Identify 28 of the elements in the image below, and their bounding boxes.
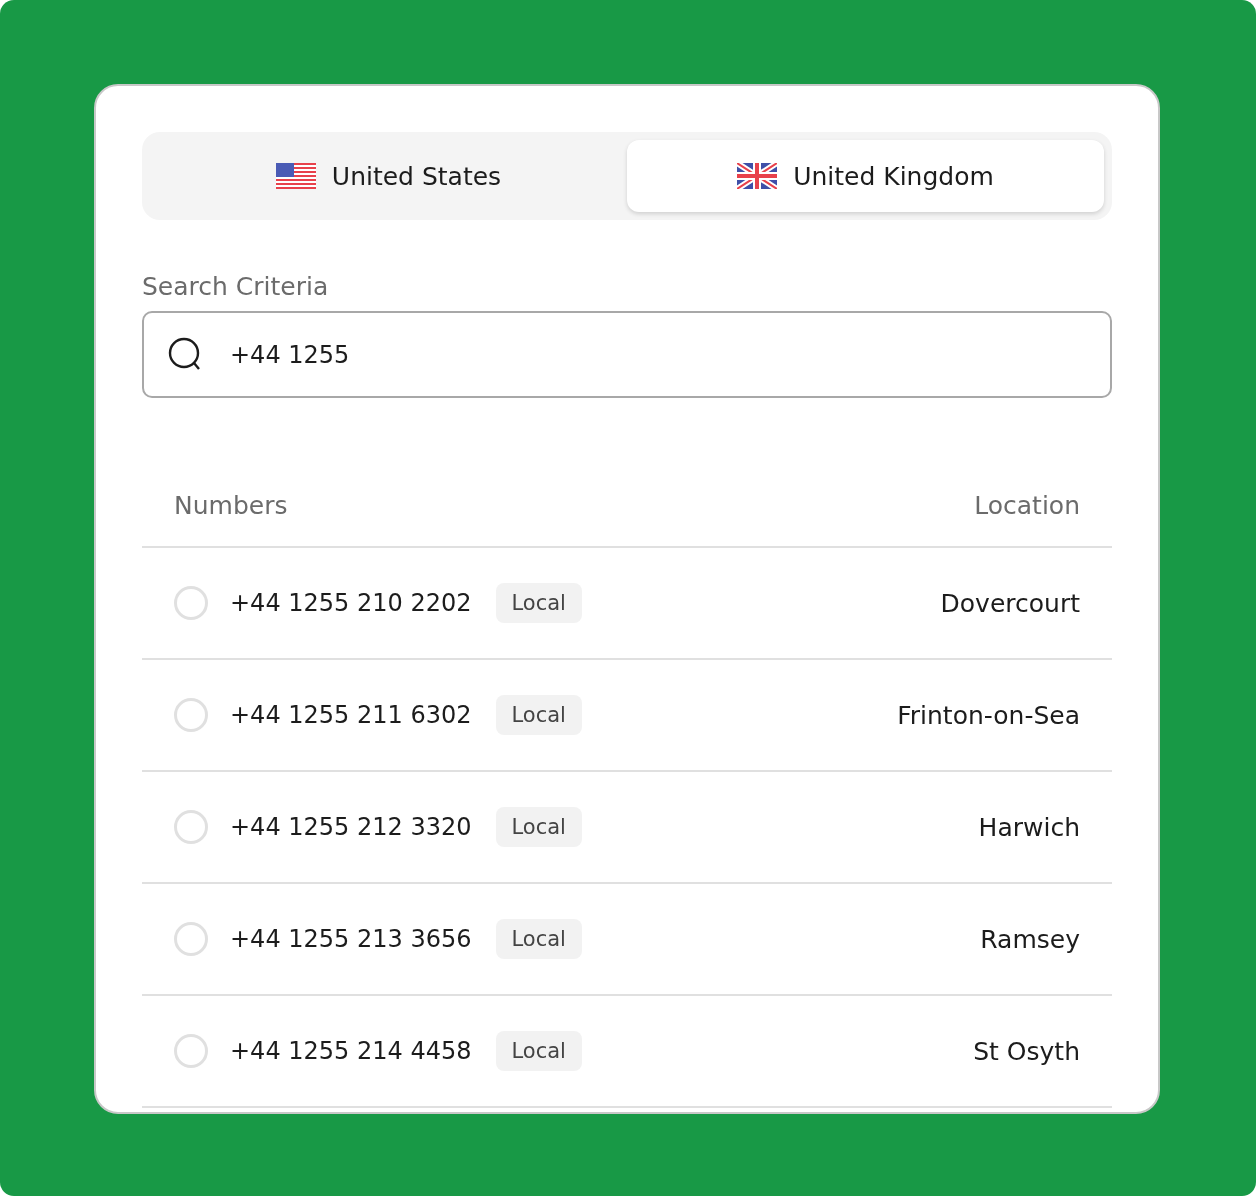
location-text: St Osyth — [973, 1036, 1080, 1066]
location-text: Ramsey — [980, 924, 1080, 954]
type-tag: Local — [495, 919, 582, 959]
country-tab[interactable]: United States — [150, 140, 627, 212]
flag-icon — [275, 163, 316, 189]
radio-button[interactable] — [174, 586, 208, 620]
column-header: Location — [974, 491, 1080, 520]
phone-number: +44 1255 210 2202 — [230, 589, 472, 617]
type-tag: Local — [495, 583, 582, 623]
flag-icon — [737, 163, 778, 189]
search-label: Search Criteria — [142, 272, 330, 301]
location-text: Frinton-on-Sea — [897, 700, 1080, 730]
type-tag: Local — [495, 695, 582, 735]
search-field[interactable]: +44 1255 — [142, 311, 1112, 398]
phone-number: +44 1255 213 3656 — [230, 925, 472, 953]
phone-number: +44 1255 212 3320 — [230, 813, 472, 841]
phone-number: +44 1255 214 4458 — [230, 1037, 472, 1065]
location-text: Harwich — [978, 812, 1080, 842]
radio-button[interactable] — [174, 698, 208, 732]
radio-button[interactable] — [174, 810, 208, 844]
column-header: Numbers — [174, 491, 288, 520]
radio-button[interactable] — [174, 922, 208, 956]
country-tab[interactable]: United Kingdom — [627, 140, 1104, 212]
location-text: Dovercourt — [940, 588, 1080, 618]
radio-button[interactable] — [174, 1034, 208, 1068]
phone-number: +44 1255 211 6302 — [230, 701, 472, 729]
type-tag: Local — [495, 807, 582, 847]
type-tag: Local — [495, 1031, 582, 1071]
